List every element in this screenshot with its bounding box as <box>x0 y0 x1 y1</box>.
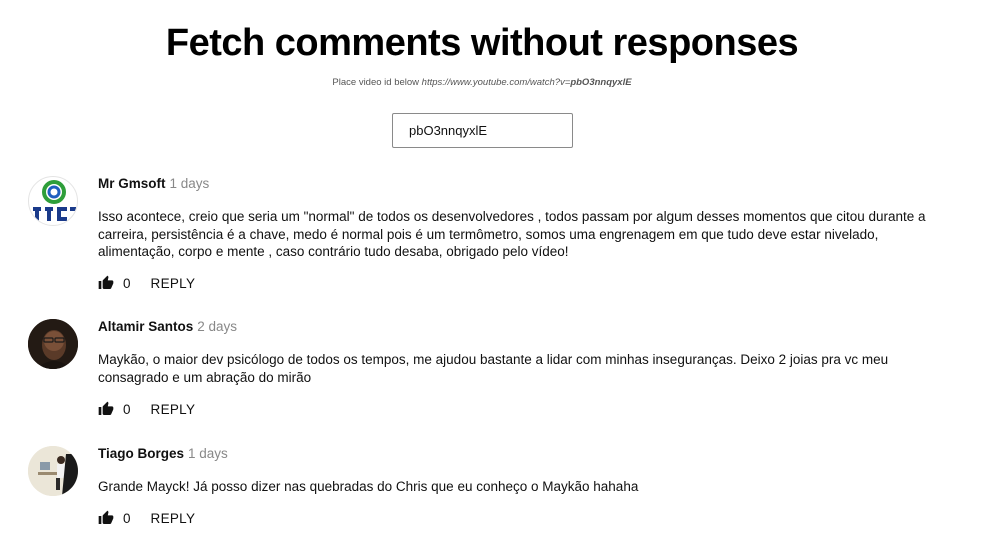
comment-text: Isso acontece, creio que seria um "norma… <box>98 209 926 259</box>
video-id-hint: Place video id below https://www.youtube… <box>0 77 964 88</box>
comment-text: Maykão, o maior dev psicólogo de todos o… <box>98 352 889 385</box>
thumbs-up-icon[interactable] <box>98 401 114 417</box>
thumbs-up-icon[interactable] <box>98 275 114 291</box>
avatar[interactable] <box>28 319 78 369</box>
avatar[interactable] <box>28 446 78 496</box>
comment-meta: Mr Gmsoft 1 days <box>98 176 209 191</box>
comment-time: 1 days <box>188 446 228 461</box>
comment-actions: 0 REPLY <box>98 510 195 526</box>
hint-prefix: Place video id below <box>332 77 420 88</box>
hint-url: https://www.youtube.com/watch?v=pbO3nnqy… <box>421 77 632 88</box>
hint-video-id: pbO3nnqyxlE <box>570 77 632 88</box>
like-count: 0 <box>123 275 131 291</box>
like-count: 0 <box>123 401 131 417</box>
comment-time: 2 days <box>197 319 238 334</box>
reply-button[interactable]: REPLY <box>151 511 196 526</box>
comment-meta: Altamir Santos 2 days <box>98 319 237 334</box>
reply-button[interactable]: REPLY <box>151 276 196 291</box>
avatar[interactable] <box>28 176 78 226</box>
comment-text: Grande Mayck! Já posso dizer nas quebrad… <box>98 479 639 494</box>
comment-meta: Tiago Borges 1 days <box>98 446 228 461</box>
thumbs-up-icon[interactable] <box>98 510 114 526</box>
like-count: 0 <box>123 510 131 526</box>
reply-button[interactable]: REPLY <box>151 402 196 417</box>
comment-author[interactable]: Mr Gmsoft <box>98 176 166 191</box>
video-id-input[interactable] <box>392 113 573 148</box>
page-title: Fetch comments without responses <box>165 22 799 64</box>
comment-author[interactable]: Tiago Borges <box>98 446 184 461</box>
comment-actions: 0 REPLY <box>98 275 195 291</box>
comment-time: 1 days <box>169 176 210 191</box>
comment-actions: 0 REPLY <box>98 401 195 417</box>
comment-author[interactable]: Altamir Santos <box>98 319 193 334</box>
